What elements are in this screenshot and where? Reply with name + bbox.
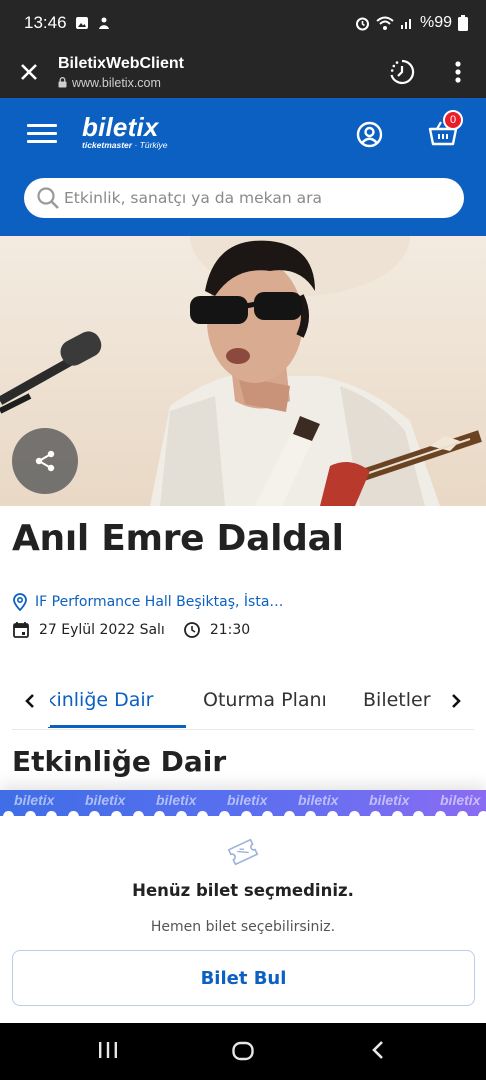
search-input[interactable]: Etkinlik, sanatçı ya da mekan ara xyxy=(24,178,464,218)
perforation-dot xyxy=(154,811,166,816)
perforation-dot xyxy=(456,811,468,816)
event-title: Anıl Emre Daldal xyxy=(12,518,344,559)
perforation-dot xyxy=(111,811,122,816)
active-tab-indicator xyxy=(48,725,186,728)
perforation-dot xyxy=(478,811,486,816)
perforation-dot xyxy=(391,811,403,816)
back-icon[interactable] xyxy=(370,1039,386,1061)
perforation-dot xyxy=(240,811,252,816)
tabs-track: Etkinliğe Dair Oturma Planı Biletler xyxy=(48,675,432,729)
strip-logo: biletix xyxy=(440,792,481,808)
venue-link[interactable]: IF Performance Hall Beşiktaş, İsta… xyxy=(12,593,283,611)
perforation-dot xyxy=(24,811,36,816)
strip-logo: biletix xyxy=(85,792,126,808)
tab-biletler[interactable]: Biletler xyxy=(363,689,431,711)
location-pin-icon xyxy=(13,593,27,611)
event-datetime: 27 Eylül 2022 Salı 21:30 xyxy=(12,621,250,639)
chevron-right-icon xyxy=(452,694,461,708)
history-icon xyxy=(390,59,415,85)
history-button[interactable] xyxy=(374,46,430,98)
biletix-logo[interactable]: biletix ticketmaster · Türkiye xyxy=(82,112,168,150)
gallery-notification-icon xyxy=(75,17,88,29)
venue-text: IF Performance Hall Beşiktaş, İsta… xyxy=(35,594,284,610)
perforation-dot xyxy=(327,811,338,816)
tab-oturma-plani[interactable]: Oturma Planı xyxy=(203,689,327,711)
empty-cart-title: Henüz bilet seçmediniz. xyxy=(132,881,354,900)
find-ticket-button[interactable]: Bilet Bul xyxy=(12,950,475,1006)
empty-cart-subtitle: Hemen bilet seçebilirsiniz. xyxy=(150,919,336,935)
strip-logo: biletix xyxy=(369,792,410,808)
chevron-left-icon xyxy=(25,694,34,708)
tabs-scroll-left-button[interactable] xyxy=(10,675,50,727)
perforation-dot xyxy=(435,811,446,816)
battery-icon xyxy=(458,15,468,31)
close-icon xyxy=(21,64,37,80)
strip-logo: biletix xyxy=(298,792,339,808)
strip-logo: biletix xyxy=(156,792,197,808)
recents-icon[interactable] xyxy=(97,1039,119,1061)
wifi-icon xyxy=(376,16,394,30)
logo-sub: Türkiye xyxy=(139,140,168,150)
browser-url: www.biletix.com xyxy=(72,75,161,90)
logo-brand: biletix xyxy=(82,112,159,142)
cart-badge: 0 xyxy=(443,110,463,130)
perforation-dot xyxy=(283,811,295,816)
tabs-divider xyxy=(12,729,474,730)
site-header: biletix ticketmaster · Türkiye 0 Etkinli… xyxy=(0,98,486,236)
browser-title: BiletixWebClient xyxy=(58,54,184,72)
strip-logo: biletix xyxy=(227,792,268,808)
perforation-dot xyxy=(175,811,187,816)
signal-icon xyxy=(400,19,411,29)
perforation-dot xyxy=(219,811,230,816)
search-icon xyxy=(37,187,59,209)
status-time: 13:46 xyxy=(24,13,67,32)
strip-logo: biletix xyxy=(14,792,55,808)
event-date: 27 Eylül 2022 Salı xyxy=(39,622,165,638)
ticket-panel: biletix biletix biletix biletix biletix … xyxy=(0,790,486,1023)
logo-sub-bold: ticketmaster xyxy=(82,140,133,150)
perforation-dot xyxy=(370,811,382,816)
section-title: Etkinliğe Dair xyxy=(12,745,227,778)
app-notification-icon xyxy=(98,17,109,29)
alarm-icon xyxy=(355,17,369,30)
menu-icon[interactable] xyxy=(27,124,57,144)
perforation-dot xyxy=(89,811,101,816)
event-time: 21:30 xyxy=(209,622,251,638)
calendar-icon xyxy=(13,622,29,638)
close-tab-button[interactable] xyxy=(0,46,58,98)
perforation-dot xyxy=(413,811,425,816)
home-icon[interactable] xyxy=(231,1039,255,1063)
system-nav-bar xyxy=(0,1023,486,1080)
perforation-dot xyxy=(305,811,317,816)
battery-percent: %99 xyxy=(419,14,452,31)
more-vert-icon xyxy=(455,61,461,83)
perforation-dot xyxy=(348,811,360,816)
user-icon[interactable] xyxy=(356,121,383,148)
perforation-dot xyxy=(262,811,274,816)
perforation-dot xyxy=(197,811,209,816)
share-icon xyxy=(35,450,55,472)
share-button[interactable] xyxy=(12,428,78,494)
clock-icon xyxy=(183,622,200,638)
ticket-icon xyxy=(227,838,259,866)
perforation-dot xyxy=(67,811,79,816)
perforation-dot xyxy=(3,811,14,816)
ticket-strip: biletix biletix biletix biletix biletix … xyxy=(0,790,486,816)
tab-etkinlige-dair[interactable]: Etkinliğe Dair xyxy=(48,689,154,711)
perforation-dot xyxy=(46,811,58,816)
search-placeholder: Etkinlik, sanatçı ya da mekan ara xyxy=(64,189,322,207)
lock-icon xyxy=(58,77,67,88)
event-tabs: Etkinliğe Dair Oturma Planı Biletler xyxy=(0,675,486,730)
tabs-scroll-right-button[interactable] xyxy=(436,675,476,727)
perforation-dot xyxy=(132,811,144,816)
status-bar: 13:46 %99 xyxy=(0,0,486,46)
more-options-button[interactable] xyxy=(430,46,486,98)
browser-toolbar: BiletixWebClient www.biletix.com xyxy=(0,46,486,98)
